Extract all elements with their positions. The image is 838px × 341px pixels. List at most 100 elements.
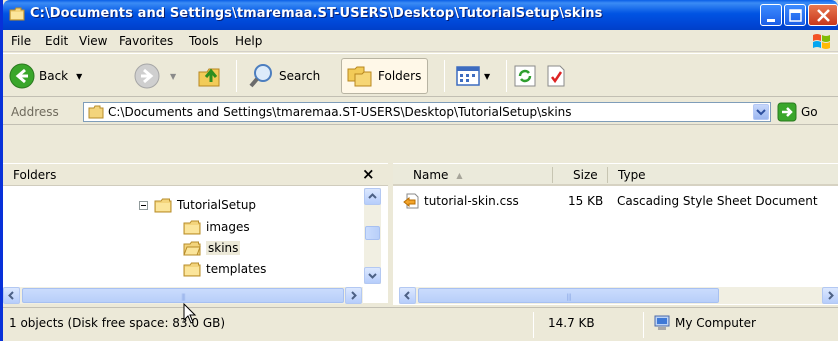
folders-horizontal-scrollbar[interactable]: ||| bbox=[3, 287, 363, 304]
tree-item-tutorialsetup[interactable]: TutorialSetup bbox=[139, 195, 256, 215]
toolbar: Back ▼ ▼ Search Folders ▼ bbox=[3, 53, 838, 97]
file-row[interactable]: tutorial-skin.css bbox=[403, 192, 519, 210]
sync-button[interactable] bbox=[513, 58, 537, 94]
minimize-button[interactable] bbox=[760, 4, 782, 26]
status-bar: 1 objects (Disk free space: 83.0 GB) 14.… bbox=[3, 307, 838, 341]
column-divider[interactable] bbox=[607, 167, 608, 183]
status-divider bbox=[643, 312, 644, 338]
toolbar-separator bbox=[506, 60, 507, 92]
column-label: Type bbox=[618, 168, 646, 182]
column-divider[interactable] bbox=[552, 167, 553, 183]
scroll-right-button[interactable] bbox=[345, 287, 362, 304]
menu-help[interactable]: Help bbox=[235, 34, 262, 48]
folder-icon bbox=[183, 262, 201, 276]
go-label: Go bbox=[801, 105, 818, 119]
explorer-window: C:\Documents and Settings\tmaremaa.ST-US… bbox=[0, 0, 838, 341]
back-button[interactable]: Back ▼ bbox=[9, 58, 82, 94]
windows-logo-icon bbox=[813, 34, 830, 49]
window-title: C:\Documents and Settings\tmaremaa.ST-US… bbox=[30, 6, 603, 21]
file-name: tutorial-skin.css bbox=[424, 194, 519, 208]
file-size: 15 KB bbox=[568, 194, 604, 208]
column-header-type[interactable]: Type bbox=[618, 164, 646, 186]
menu-favorites[interactable]: Favorites bbox=[119, 34, 173, 48]
scroll-down-button[interactable] bbox=[364, 267, 381, 284]
forward-dropdown-icon[interactable]: ▼ bbox=[170, 72, 176, 81]
mouse-cursor-icon bbox=[183, 303, 197, 324]
status-divider bbox=[533, 312, 534, 338]
maximize-button[interactable] bbox=[784, 4, 806, 26]
folder-tree: TutorialSetup images skins templates bbox=[3, 187, 363, 287]
scroll-up-button[interactable] bbox=[364, 188, 381, 205]
search-label: Search bbox=[279, 69, 321, 83]
up-button[interactable] bbox=[196, 58, 224, 94]
tree-item-label: skins bbox=[206, 241, 241, 255]
folder-icon bbox=[9, 7, 25, 21]
search-icon bbox=[249, 64, 272, 88]
tree-item-templates[interactable]: templates bbox=[183, 259, 266, 279]
close-pane-icon[interactable]: × bbox=[362, 165, 375, 183]
forward-button[interactable]: ▼ bbox=[134, 58, 176, 94]
column-label: Size bbox=[573, 168, 598, 182]
sync-icon bbox=[514, 65, 536, 87]
column-header-name[interactable]: Name ▲ bbox=[413, 164, 463, 186]
scroll-thumb[interactable] bbox=[365, 226, 380, 240]
folder-icon bbox=[183, 220, 201, 234]
chevron-right-icon bbox=[351, 291, 357, 300]
tree-item-label: templates bbox=[206, 262, 267, 276]
menu-view[interactable]: View bbox=[79, 34, 107, 48]
folders-button[interactable]: Folders bbox=[341, 58, 429, 94]
chevron-down-icon bbox=[756, 109, 766, 116]
go-button[interactable]: Go bbox=[777, 102, 818, 122]
views-button[interactable]: ▼ bbox=[455, 58, 490, 94]
tree-item-images[interactable]: images bbox=[183, 217, 250, 237]
folders-icon bbox=[347, 66, 372, 87]
back-dropdown-icon[interactable]: ▼ bbox=[76, 72, 82, 81]
folders-pane-header: Folders × bbox=[3, 164, 388, 186]
folders-vertical-scrollbar[interactable] bbox=[364, 188, 381, 284]
go-arrow-icon bbox=[777, 102, 797, 122]
folders-label: Folders bbox=[378, 69, 422, 83]
chevron-left-icon bbox=[8, 291, 14, 300]
menu-tools[interactable]: Tools bbox=[189, 34, 219, 48]
file-list-horizontal-scrollbar[interactable]: ||| bbox=[399, 287, 838, 304]
chevron-right-icon bbox=[828, 291, 834, 300]
scroll-thumb[interactable]: ||| bbox=[418, 288, 719, 303]
up-folder-icon bbox=[198, 68, 220, 87]
chevron-left-icon bbox=[404, 291, 410, 300]
tree-item-skins[interactable]: skins bbox=[183, 238, 241, 258]
status-location: My Computer bbox=[675, 316, 756, 330]
address-bar: Address C:\Documents and Settings\tmarem… bbox=[3, 99, 838, 125]
column-label: Name bbox=[413, 168, 449, 182]
folder-icon bbox=[88, 105, 104, 119]
views-dropdown-icon[interactable]: ▼ bbox=[484, 72, 490, 81]
chevron-down-icon bbox=[368, 273, 377, 279]
close-button[interactable] bbox=[808, 4, 838, 26]
collapse-icon[interactable] bbox=[139, 200, 148, 210]
search-button[interactable]: Search bbox=[247, 58, 320, 94]
address-input[interactable]: C:\Documents and Settings\tmaremaa.ST-US… bbox=[83, 102, 771, 122]
menu-file[interactable]: File bbox=[11, 34, 31, 48]
address-label: Address bbox=[11, 105, 59, 119]
address-dropdown-button[interactable] bbox=[753, 104, 769, 120]
status-size: 14.7 KB bbox=[548, 316, 595, 330]
toolbar-separator bbox=[444, 60, 445, 92]
scroll-left-button[interactable] bbox=[399, 287, 416, 304]
toolbar-separator bbox=[236, 60, 237, 92]
menu-edit[interactable]: Edit bbox=[45, 34, 68, 48]
scroll-right-button[interactable] bbox=[822, 287, 838, 304]
chevron-up-icon bbox=[368, 193, 377, 199]
sort-ascending-icon: ▲ bbox=[456, 170, 463, 180]
back-label: Back bbox=[39, 69, 69, 83]
tree-item-label: images bbox=[206, 220, 250, 234]
address-path: C:\Documents and Settings\tmaremaa.ST-US… bbox=[108, 105, 572, 119]
title-bar[interactable]: C:\Documents and Settings\tmaremaa.ST-US… bbox=[3, 0, 838, 30]
scroll-thumb[interactable]: ||| bbox=[22, 288, 344, 303]
folders-pane-title: Folders bbox=[13, 168, 57, 182]
properties-button[interactable] bbox=[544, 58, 568, 94]
folder-icon bbox=[154, 198, 172, 212]
column-header-size[interactable]: Size bbox=[573, 164, 598, 186]
css-file-icon bbox=[403, 193, 419, 209]
scroll-left-button[interactable] bbox=[3, 287, 20, 304]
views-icon bbox=[456, 66, 480, 86]
back-arrow-icon bbox=[9, 63, 35, 89]
